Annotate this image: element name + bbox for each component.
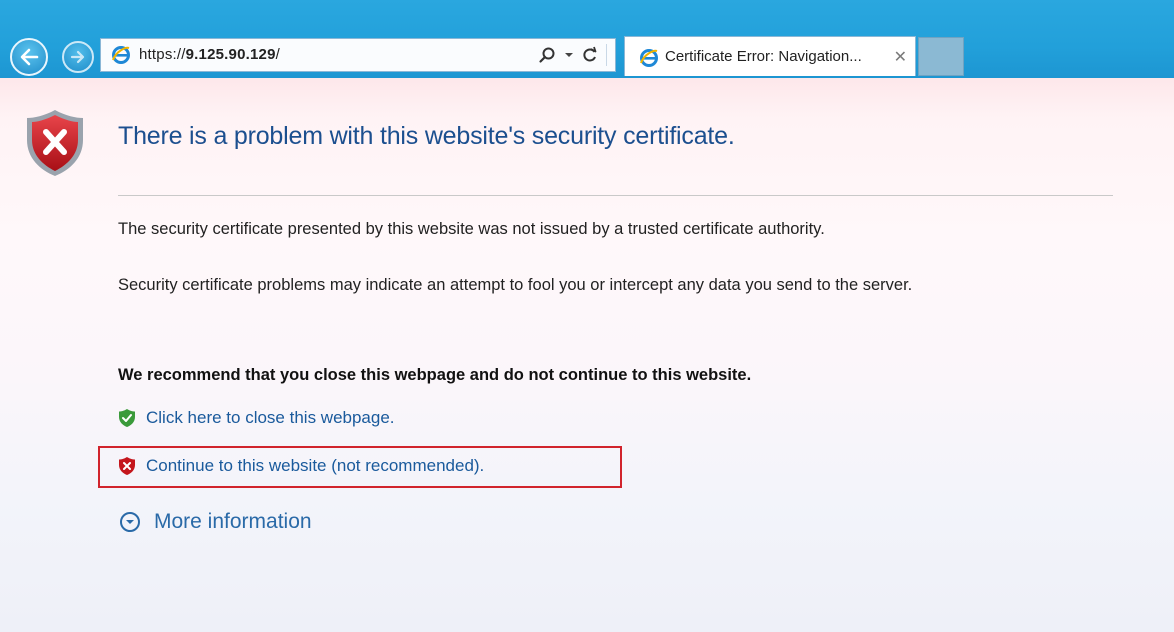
more-information-label: More information bbox=[154, 510, 312, 533]
warning-text: Security certificate problems may indica… bbox=[118, 276, 913, 294]
certificate-issue-text: The security certificate presented by th… bbox=[118, 220, 825, 238]
page-title: There is a problem with this website's s… bbox=[118, 122, 735, 150]
expand-chevron-icon bbox=[120, 512, 140, 532]
close-webpage-link-text[interactable]: Click here to close this webpage. bbox=[146, 408, 395, 428]
address-bar-tools bbox=[538, 44, 607, 66]
tab-title: Certificate Error: Navigation... bbox=[665, 48, 862, 65]
ie-logo-icon bbox=[112, 46, 130, 64]
arrow-right-icon bbox=[70, 50, 85, 64]
forward-button[interactable] bbox=[62, 41, 94, 73]
back-button[interactable] bbox=[10, 38, 48, 76]
url-text[interactable]: https://9.125.90.129/ bbox=[139, 46, 280, 63]
error-shield-icon bbox=[27, 110, 83, 176]
new-tab-button[interactable] bbox=[918, 37, 964, 76]
highlight-annotation-box bbox=[98, 446, 622, 488]
heading-divider bbox=[118, 195, 1113, 196]
more-information-toggle[interactable]: More information bbox=[120, 510, 312, 534]
ie-logo-icon bbox=[640, 49, 658, 67]
active-tab[interactable]: Certificate Error: Navigation... ✕ bbox=[624, 36, 916, 76]
url-prefix: https:// bbox=[139, 46, 186, 63]
browser-toolbar: https://9.125.90.129/ Certificate Error:… bbox=[0, 0, 1174, 78]
url-host: 9.125.90.129 bbox=[185, 46, 276, 63]
refresh-icon[interactable] bbox=[582, 46, 598, 64]
green-shield-icon bbox=[119, 409, 135, 427]
close-tab-icon[interactable]: ✕ bbox=[894, 47, 907, 67]
certificate-error-page: There is a problem with this website's s… bbox=[0, 78, 1174, 632]
search-icon[interactable] bbox=[538, 46, 556, 64]
dropdown-arrow-icon[interactable] bbox=[564, 50, 574, 60]
url-suffix: / bbox=[275, 46, 280, 63]
arrow-left-icon bbox=[20, 48, 39, 66]
toolbar-divider bbox=[606, 44, 607, 66]
address-bar[interactable]: https://9.125.90.129/ bbox=[100, 38, 616, 72]
recommendation-text: We recommend that you close this webpage… bbox=[118, 366, 752, 384]
close-webpage-link[interactable]: Click here to close this webpage. bbox=[118, 408, 395, 428]
